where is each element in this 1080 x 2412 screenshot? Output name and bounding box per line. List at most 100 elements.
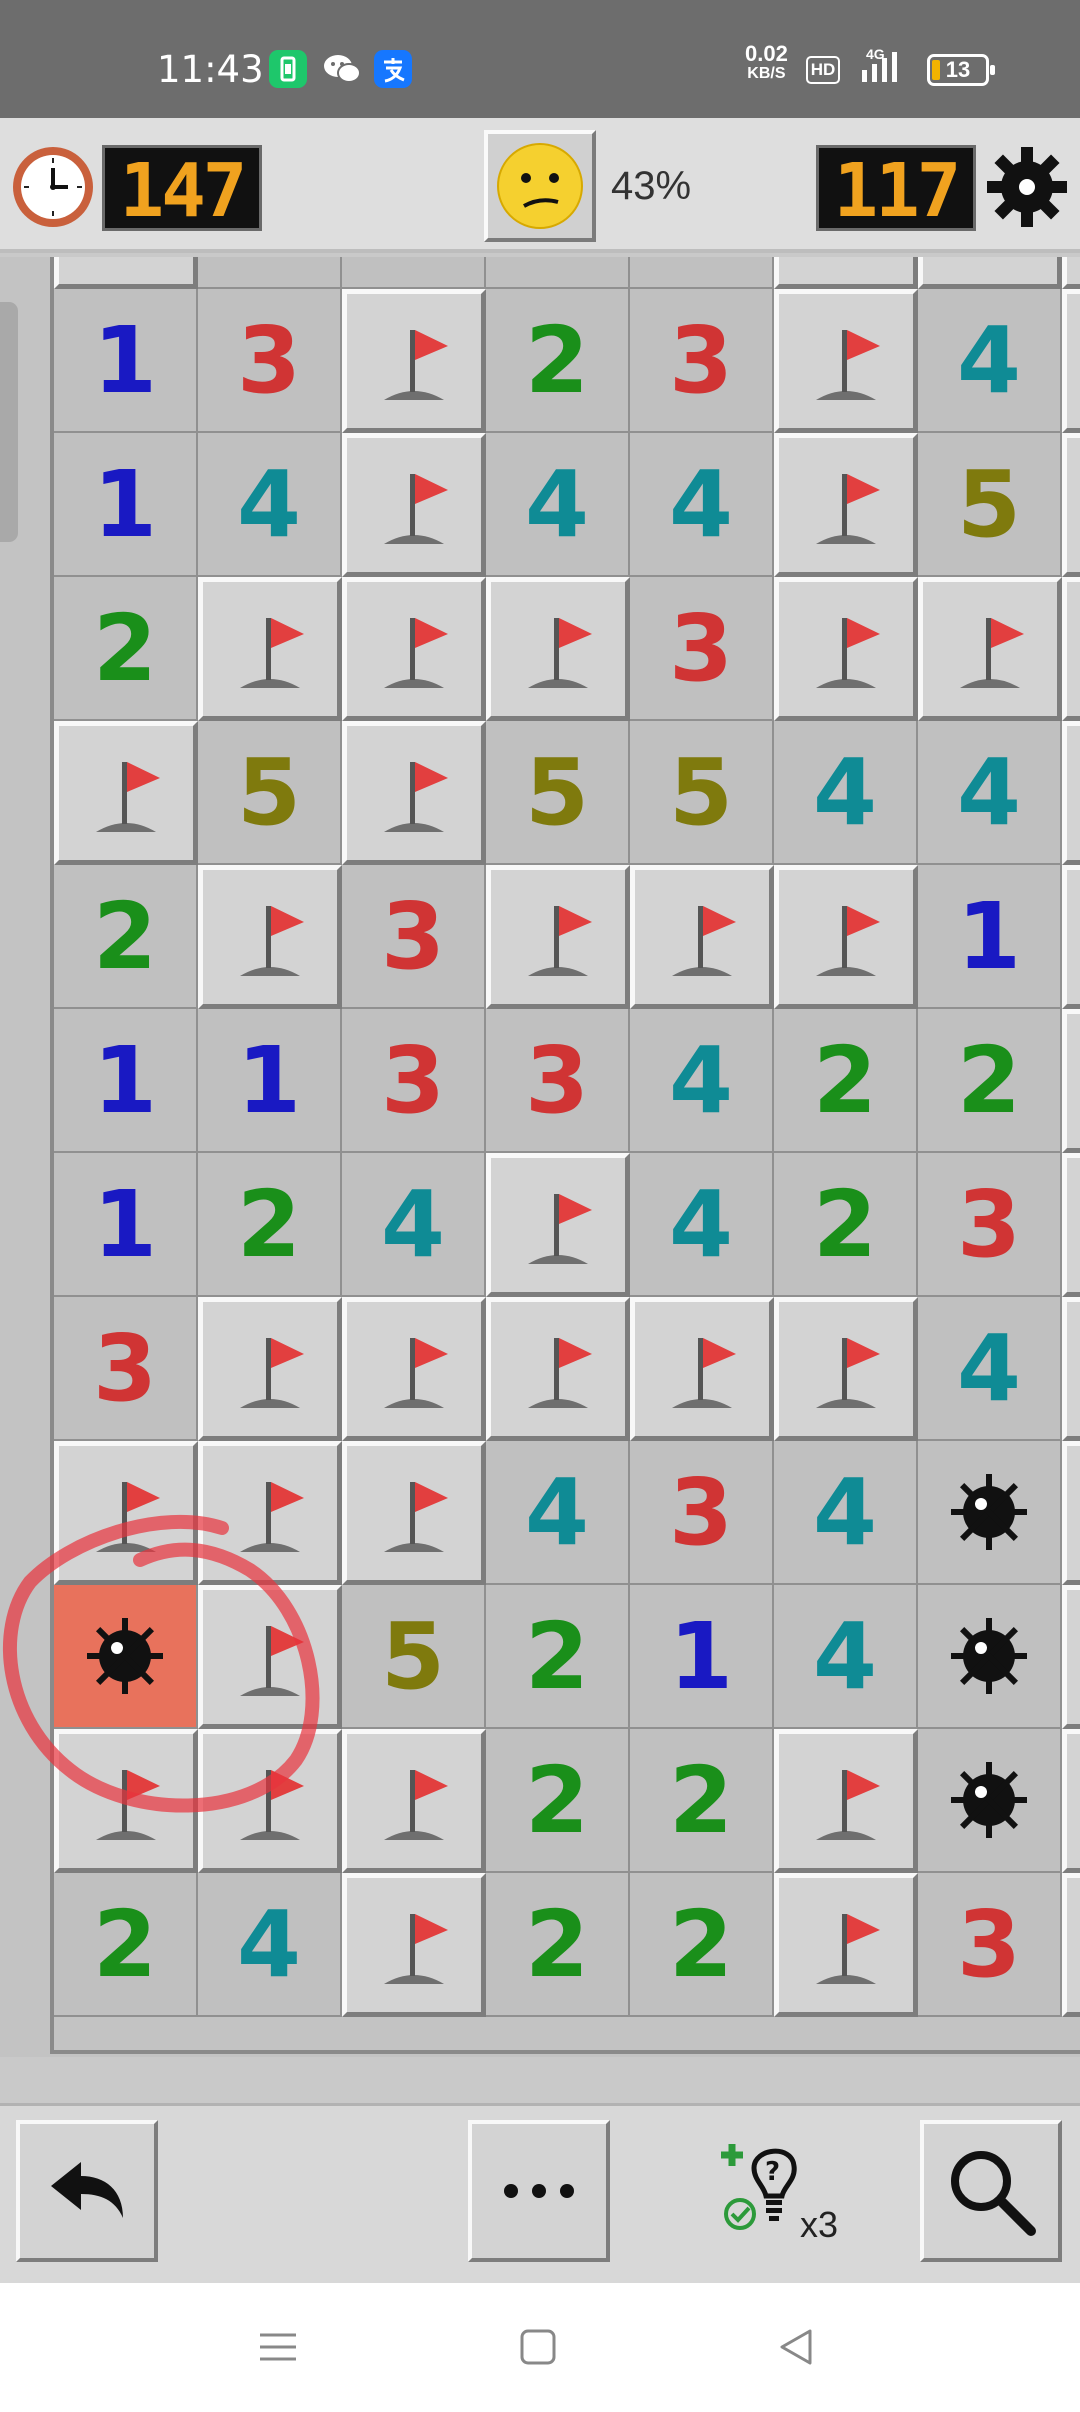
number-cell[interactable]: 4: [774, 721, 918, 865]
mine-cell[interactable]: [918, 1585, 1062, 1729]
number-cell[interactable]: 3: [630, 257, 774, 289]
flagged-cell[interactable]: [774, 257, 918, 289]
number-cell[interactable]: 3: [342, 1009, 486, 1153]
flagged-cell[interactable]: [1062, 1441, 1080, 1585]
face-reset-button[interactable]: [484, 130, 596, 242]
number-cell[interactable]: 2: [486, 1729, 630, 1873]
number-cell[interactable]: 4: [630, 433, 774, 577]
flagged-cell[interactable]: [774, 433, 918, 577]
number-cell[interactable]: 5: [630, 721, 774, 865]
number-cell[interactable]: 1: [198, 1009, 342, 1153]
number-cell[interactable]: 4: [918, 289, 1062, 433]
number-cell[interactable]: 5: [198, 257, 342, 289]
flagged-cell[interactable]: [342, 1441, 486, 1585]
number-cell[interactable]: 1: [54, 289, 198, 433]
number-cell[interactable]: 4: [774, 1585, 918, 1729]
zoom-search-button[interactable]: [920, 2120, 1062, 2262]
number-cell[interactable]: 4: [486, 433, 630, 577]
number-cell[interactable]: 2: [198, 1153, 342, 1297]
flagged-cell[interactable]: [342, 1873, 486, 2017]
number-cell[interactable]: 4: [774, 1441, 918, 1585]
number-cell[interactable]: 2: [486, 1873, 630, 2017]
number-cell[interactable]: 1: [54, 433, 198, 577]
settings-gear-button[interactable]: [983, 143, 1071, 236]
hidden-cell[interactable]: [1062, 1585, 1080, 1729]
number-cell[interactable]: 5: [342, 1585, 486, 1729]
menu-nav-icon[interactable]: [258, 2327, 298, 2367]
flagged-cell[interactable]: [1062, 1297, 1080, 1441]
number-cell[interactable]: 5: [918, 433, 1062, 577]
flagged-cell[interactable]: [54, 257, 198, 289]
flagged-cell[interactable]: [342, 289, 486, 433]
flagged-cell[interactable]: [486, 1297, 630, 1441]
number-cell[interactable]: 5: [198, 721, 342, 865]
flagged-cell[interactable]: [342, 1297, 486, 1441]
number-cell[interactable]: 3: [198, 289, 342, 433]
hidden-cell[interactable]: [1062, 433, 1080, 577]
number-cell[interactable]: 1: [918, 865, 1062, 1009]
flagged-cell[interactable]: [774, 865, 918, 1009]
number-cell[interactable]: 3: [630, 1441, 774, 1585]
number-cell[interactable]: 2: [486, 257, 630, 289]
number-cell[interactable]: 2: [54, 865, 198, 1009]
number-cell[interactable]: 2: [630, 1873, 774, 2017]
number-cell[interactable]: 4: [918, 721, 1062, 865]
number-cell[interactable]: 3: [342, 865, 486, 1009]
number-cell[interactable]: 4: [630, 1153, 774, 1297]
number-cell[interactable]: 4: [918, 1297, 1062, 1441]
number-cell[interactable]: 2: [774, 1009, 918, 1153]
flagged-cell[interactable]: [342, 577, 486, 721]
number-cell[interactable]: 3: [54, 1297, 198, 1441]
flagged-cell[interactable]: [198, 1297, 342, 1441]
hidden-cell[interactable]: [1062, 257, 1080, 289]
number-cell[interactable]: 3: [342, 257, 486, 289]
home-nav-icon[interactable]: [518, 2327, 558, 2367]
flagged-cell[interactable]: [54, 721, 198, 865]
flagged-cell[interactable]: [918, 257, 1062, 289]
flagged-cell[interactable]: [774, 289, 918, 433]
number-cell[interactable]: 3: [486, 1009, 630, 1153]
back-nav-icon[interactable]: [776, 2327, 816, 2367]
flagged-cell[interactable]: [774, 577, 918, 721]
number-cell[interactable]: 2: [774, 1153, 918, 1297]
number-cell[interactable]: 4: [198, 1873, 342, 2017]
number-cell[interactable]: 1: [54, 1153, 198, 1297]
flagged-cell[interactable]: [630, 865, 774, 1009]
number-cell[interactable]: 2: [54, 1873, 198, 2017]
hidden-cell[interactable]: [1062, 1009, 1080, 1153]
number-cell[interactable]: 3: [918, 1153, 1062, 1297]
more-options-button[interactable]: [468, 2120, 610, 2262]
mine-cell[interactable]: [918, 1441, 1062, 1585]
number-cell[interactable]: 2: [486, 1585, 630, 1729]
flagged-cell[interactable]: [342, 721, 486, 865]
board-scrollbar[interactable]: [0, 302, 18, 542]
flagged-cell[interactable]: [1062, 577, 1080, 721]
number-cell[interactable]: 2: [918, 1009, 1062, 1153]
number-cell[interactable]: 4: [630, 1009, 774, 1153]
flagged-cell[interactable]: [1062, 1153, 1080, 1297]
minefield-board[interactable]: 5323132341444523555442311133422124423344…: [0, 257, 1080, 2057]
flagged-cell[interactable]: [486, 1153, 630, 1297]
flagged-cell[interactable]: [486, 865, 630, 1009]
hidden-cell[interactable]: [1062, 289, 1080, 433]
mine-cell[interactable]: [918, 1729, 1062, 1873]
undo-button[interactable]: [16, 2120, 158, 2262]
flagged-cell[interactable]: [1062, 1729, 1080, 1873]
number-cell[interactable]: 4: [486, 1441, 630, 1585]
hidden-cell[interactable]: [1062, 721, 1080, 865]
number-cell[interactable]: 3: [630, 289, 774, 433]
flagged-cell[interactable]: [918, 577, 1062, 721]
hidden-cell[interactable]: [1062, 865, 1080, 1009]
flagged-cell[interactable]: [630, 1297, 774, 1441]
number-cell[interactable]: 2: [486, 289, 630, 433]
flagged-cell[interactable]: [774, 1729, 918, 1873]
hint-button[interactable]: ? x3: [718, 2134, 848, 2254]
number-cell[interactable]: 4: [198, 433, 342, 577]
number-cell[interactable]: 3: [918, 1873, 1062, 2017]
number-cell[interactable]: 1: [54, 1009, 198, 1153]
hidden-cell[interactable]: [1062, 1873, 1080, 2017]
flagged-cell[interactable]: [198, 865, 342, 1009]
number-cell[interactable]: 1: [630, 1585, 774, 1729]
number-cell[interactable]: 5: [486, 721, 630, 865]
number-cell[interactable]: 4: [342, 1153, 486, 1297]
